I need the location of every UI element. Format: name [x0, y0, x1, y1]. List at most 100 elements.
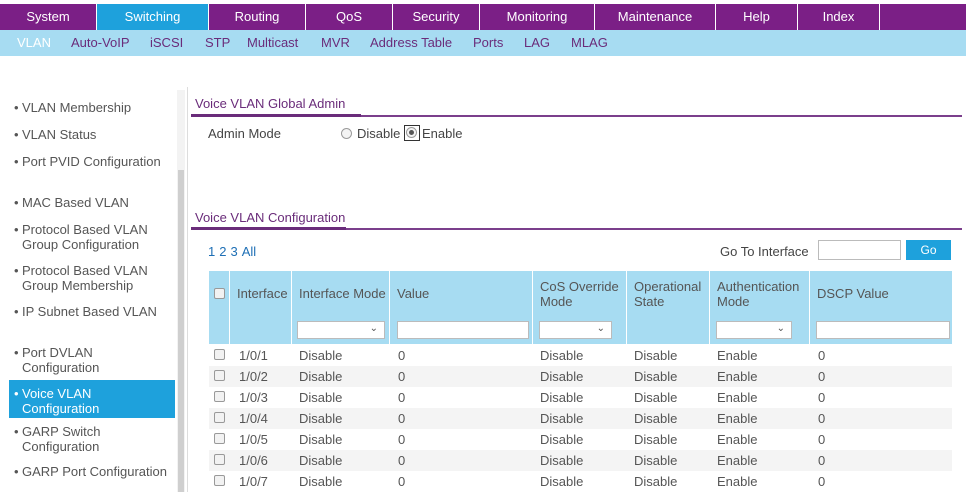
scrollbar-thumb[interactable]	[178, 170, 184, 492]
header-cos-override-mode[interactable]: CoS Override Mode	[540, 271, 626, 316]
goto-interface-label: Go To Interface	[720, 244, 809, 259]
subtab-iscsi[interactable]: iSCSI	[150, 30, 183, 56]
subtab-ports[interactable]: Ports	[473, 30, 503, 56]
cell-interface: 1/0/1	[239, 348, 268, 363]
divider	[187, 87, 188, 492]
page-all-link[interactable]: All	[242, 244, 256, 259]
tab-security[interactable]: Security	[393, 4, 480, 30]
cell-cos-override: Disable	[540, 390, 584, 405]
table-row[interactable]: 1/0/2 Disable 0 Disable Disable Enable 0	[209, 366, 952, 387]
enable-label: Enable	[422, 126, 463, 141]
cell-authentication-mode: Enable	[717, 411, 758, 426]
subtab-lag[interactable]: LAG	[524, 30, 550, 56]
table-row[interactable]: 1/0/6 Disable 0 Disable Disable Enable 0	[209, 450, 952, 471]
row-checkbox[interactable]	[214, 349, 225, 360]
table-row[interactable]: 1/0/7 Disable 0 Disable Disable Enable 0	[209, 471, 952, 492]
row-checkbox[interactable]	[214, 454, 225, 465]
row-checkbox[interactable]	[214, 391, 225, 402]
cos-override-select[interactable]: ⌄	[539, 321, 612, 339]
sidebar-item-protocol-group-membership[interactable]: • Protocol Based VLAN Group Membership	[9, 263, 175, 295]
header-value[interactable]: Value	[397, 271, 429, 316]
header-dscp-value[interactable]: DSCP Value	[817, 271, 889, 316]
row-checkbox[interactable]	[214, 412, 225, 423]
chevron-down-icon: ⌄	[776, 323, 785, 334]
cell-dscp-value: 0	[818, 348, 826, 363]
tab-maintenance[interactable]: Maintenance	[595, 4, 716, 30]
sidebar-item-protocol-group-config[interactable]: • Protocol Based VLAN Group Configuration	[9, 222, 175, 254]
cell-authentication-mode: Enable	[717, 474, 758, 489]
tab-monitoring[interactable]: Monitoring	[480, 4, 595, 30]
sidebar-item-garp-port[interactable]: • GARP Port Configuration	[9, 464, 175, 492]
sidebar-item-port-dvlan[interactable]: • Port DVLAN Configuration	[9, 345, 175, 377]
page-2-link[interactable]: 2	[219, 244, 226, 259]
go-button[interactable]: Go	[906, 240, 951, 260]
bullet-icon: •	[14, 195, 19, 210]
row-checkbox[interactable]	[214, 433, 225, 444]
subtab-stp[interactable]: STP	[205, 30, 230, 56]
bullet-icon: •	[14, 304, 19, 319]
header-authentication-mode[interactable]: Authentication Mode	[717, 271, 809, 316]
disable-radio[interactable]	[341, 128, 352, 139]
cell-interface-mode: Disable	[299, 348, 343, 363]
subtab-multicast[interactable]: Multicast	[247, 30, 298, 56]
page-1-link[interactable]: 1	[208, 244, 215, 259]
header-interface[interactable]: Interface	[237, 271, 288, 316]
tab-index[interactable]: Index	[798, 4, 880, 30]
header-operational-state[interactable]: Operational State	[634, 271, 708, 316]
sidebar-item-mac-based-vlan[interactable]: • MAC Based VLAN	[9, 195, 175, 213]
sub-nav: VLAN Auto-VoIP iSCSI STP Multicast MVR A…	[0, 30, 966, 56]
cell-cos-override: Disable	[540, 348, 584, 363]
bullet-icon: •	[14, 263, 19, 278]
interface-mode-select[interactable]: ⌄	[297, 321, 385, 339]
cell-dscp-value: 0	[818, 369, 826, 384]
cell-interface-mode: Disable	[299, 411, 343, 426]
row-checkbox[interactable]	[214, 475, 225, 486]
cell-operational-state: Disable	[634, 348, 678, 363]
cell-value: 0	[398, 390, 406, 405]
sidebar-item-vlan-membership[interactable]: • VLAN Membership	[9, 100, 175, 118]
sidebar-item-voice-vlan[interactable]: • Voice VLAN Configuration	[9, 380, 175, 418]
table-row[interactable]: 1/0/1 Disable 0 Disable Disable Enable 0	[209, 345, 952, 366]
enable-radio[interactable]	[406, 127, 417, 138]
table-row[interactable]: 1/0/5 Disable 0 Disable Disable Enable 0	[209, 429, 952, 450]
sidebar-item-ip-subnet-vlan[interactable]: • IP Subnet Based VLAN	[9, 304, 175, 336]
subtab-auto-voip[interactable]: Auto-VoIP	[71, 30, 130, 56]
subtab-mlag[interactable]: MLAG	[571, 30, 608, 56]
filter-row: ⌄ ⌄ ⌄	[209, 316, 952, 344]
cell-value: 0	[398, 369, 406, 384]
table-row[interactable]: 1/0/3 Disable 0 Disable Disable Enable 0	[209, 387, 952, 408]
tab-help[interactable]: Help	[716, 4, 798, 30]
cell-cos-override: Disable	[540, 474, 584, 489]
cell-interface: 1/0/3	[239, 390, 268, 405]
page-3-link[interactable]: 3	[230, 244, 237, 259]
cell-interface-mode: Disable	[299, 432, 343, 447]
header-interface-mode[interactable]: Interface Mode	[299, 271, 386, 316]
sidebar-item-port-pvid[interactable]: • Port PVID Configuration	[9, 154, 175, 186]
subtab-address-table[interactable]: Address Table	[370, 30, 452, 56]
sidebar-scrollbar[interactable]	[177, 90, 185, 492]
goto-interface-input[interactable]	[818, 240, 901, 260]
subtab-mvr[interactable]: MVR	[321, 30, 350, 56]
voice-vlan-config-title: Voice VLAN Configuration	[195, 210, 346, 225]
tab-routing[interactable]: Routing	[209, 4, 306, 30]
cell-dscp-value: 0	[818, 411, 826, 426]
tab-system[interactable]: System	[0, 4, 97, 30]
row-checkbox[interactable]	[214, 370, 225, 381]
bullet-icon: •	[14, 424, 19, 439]
authentication-mode-select[interactable]: ⌄	[716, 321, 792, 339]
tab-switching[interactable]: Switching	[97, 4, 209, 30]
cell-interface: 1/0/4	[239, 411, 268, 426]
sidebar-item-garp-switch[interactable]: • GARP Switch Configuration	[9, 424, 175, 456]
value-input[interactable]	[397, 321, 529, 339]
subtab-vlan[interactable]: VLAN	[17, 30, 51, 56]
select-all-checkbox[interactable]	[214, 288, 225, 299]
cell-dscp-value: 0	[818, 390, 826, 405]
table-row[interactable]: 1/0/4 Disable 0 Disable Disable Enable 0	[209, 408, 952, 429]
sidebar-item-vlan-status[interactable]: • VLAN Status	[9, 127, 175, 145]
dscp-value-input[interactable]	[816, 321, 950, 339]
tab-qos[interactable]: QoS	[306, 4, 393, 30]
global-admin-title: Voice VLAN Global Admin	[195, 96, 346, 111]
cell-value: 0	[398, 453, 406, 468]
cell-authentication-mode: Enable	[717, 390, 758, 405]
bullet-icon: •	[14, 100, 19, 115]
